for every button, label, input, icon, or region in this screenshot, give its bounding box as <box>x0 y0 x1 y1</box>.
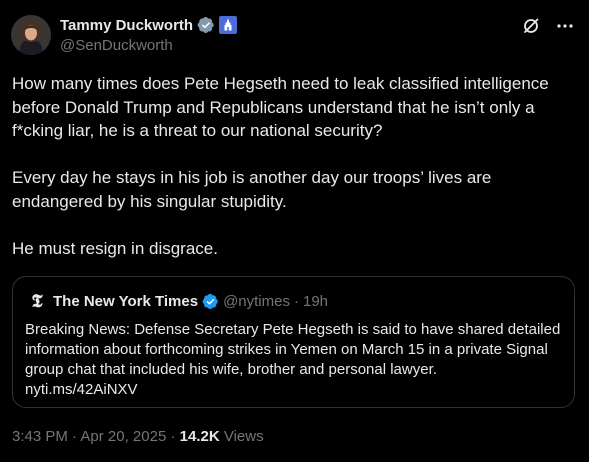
author-handle[interactable]: @SenDuckworth <box>60 37 237 54</box>
grok-slash-icon[interactable] <box>521 16 541 36</box>
nytimes-logo-icon: 𝕿 <box>31 290 43 312</box>
tweet-top-actions <box>521 16 575 36</box>
tweet-date[interactable]: Apr 20, 2025 <box>80 428 166 445</box>
views-count[interactable]: 14.2K <box>180 428 220 445</box>
author-name-row: Tammy Duckworth <box>60 14 238 36</box>
quoted-tweet-header: 𝕿 The New York Times @nytimes · 19h <box>27 290 329 312</box>
quoted-author-name: The New York Times <box>53 292 199 310</box>
tweet-text: How many times does Pete Hegseth need to… <box>12 72 578 260</box>
verified-badge-icon <box>202 293 218 309</box>
more-dots-icon[interactable] <box>555 16 575 36</box>
quoted-timestamp: 19h <box>302 292 329 310</box>
tweet-card: Tammy Duckworth @SenDuckworth How many t… <box>0 0 589 462</box>
quoted-author-handle: @nytimes <box>223 292 290 310</box>
quoted-separator: · <box>293 292 299 310</box>
avatar[interactable] <box>11 15 51 55</box>
avatar-portrait-icon <box>11 15 51 55</box>
author-display-name[interactable]: Tammy Duckworth <box>60 17 193 34</box>
tweet-paragraph: He must resign in disgrace. <box>12 238 218 258</box>
quoted-tweet-body: Breaking News: Defense Secretary Pete He… <box>25 321 561 378</box>
tweet-paragraph: Every day he stays in his job is another… <box>12 168 492 211</box>
government-affiliation-icon[interactable] <box>219 16 238 34</box>
meta-separator: · <box>170 428 176 445</box>
views-label: Views <box>223 428 264 445</box>
verified-badge-icon[interactable] <box>197 16 215 34</box>
meta-separator: · <box>72 428 78 445</box>
tweet-paragraph: How many times does Pete Hegseth need to… <box>12 74 549 140</box>
author-block: Tammy Duckworth @SenDuckworth <box>60 14 238 54</box>
quoted-tweet-text: Breaking News: Defense Secretary Pete He… <box>25 320 565 400</box>
tweet-time[interactable]: 3:43 PM <box>12 428 68 445</box>
quoted-tweet-card[interactable]: 𝕿 The New York Times @nytimes · 19h Brea… <box>12 276 575 408</box>
tweet-meta: 3:43 PM · Apr 20, 2025 · 14.2K Views <box>12 428 264 445</box>
quoted-tweet-link[interactable]: nyti.ms/42AiNXV <box>25 381 138 398</box>
